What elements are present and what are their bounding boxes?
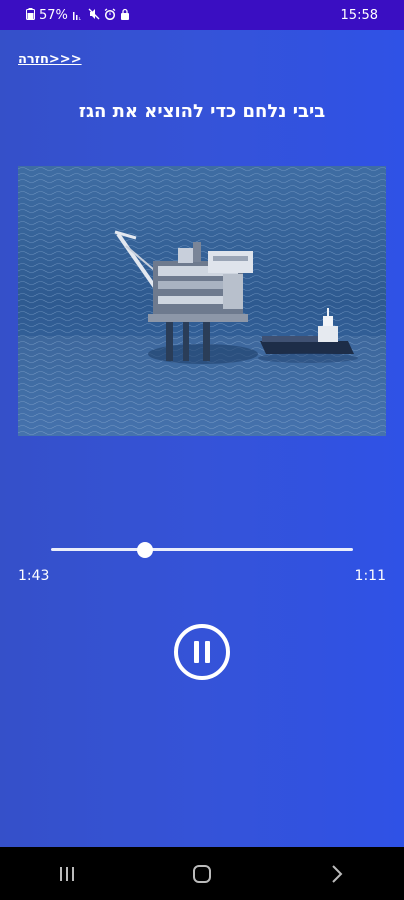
lock-icon (120, 8, 130, 22)
alarm-icon (104, 8, 116, 22)
pause-icon (205, 641, 210, 663)
mute-icon (88, 8, 100, 22)
system-nav-bar (0, 847, 404, 900)
article-image (18, 166, 386, 436)
clock: 15:58 (340, 7, 378, 23)
battery-icon (26, 8, 35, 22)
remaining-time: 1:11 (354, 568, 386, 584)
back-button[interactable] (307, 854, 367, 894)
battery-percent: 57% (39, 7, 68, 23)
app-area: חזרה>>> ביבי נלחם כדי להוציא את הגז 1:43… (0, 30, 404, 847)
home-button[interactable] (172, 854, 232, 894)
svg-text:ʟ: ʟ (78, 16, 81, 20)
slider-track (51, 548, 353, 551)
recent-apps-button[interactable] (37, 854, 97, 894)
pause-icon (194, 641, 199, 663)
status-left: 57% ʟ (26, 8, 130, 23)
pause-button[interactable] (174, 624, 230, 680)
page-title: ביבי נלחם כדי להוציא את הגז (78, 101, 326, 122)
recent-apps-icon (60, 866, 75, 881)
status-bar: 57% ʟ 15:58 (0, 0, 404, 30)
progress-slider[interactable] (51, 542, 353, 558)
elapsed-time: 1:43 (18, 568, 50, 584)
offshore-rig-image (18, 166, 386, 436)
signal-icon: ʟ (72, 8, 84, 22)
back-link[interactable]: חזרה>>> (18, 52, 82, 67)
back-icon (331, 864, 343, 883)
slider-thumb[interactable] (136, 542, 153, 558)
home-icon (192, 864, 211, 883)
